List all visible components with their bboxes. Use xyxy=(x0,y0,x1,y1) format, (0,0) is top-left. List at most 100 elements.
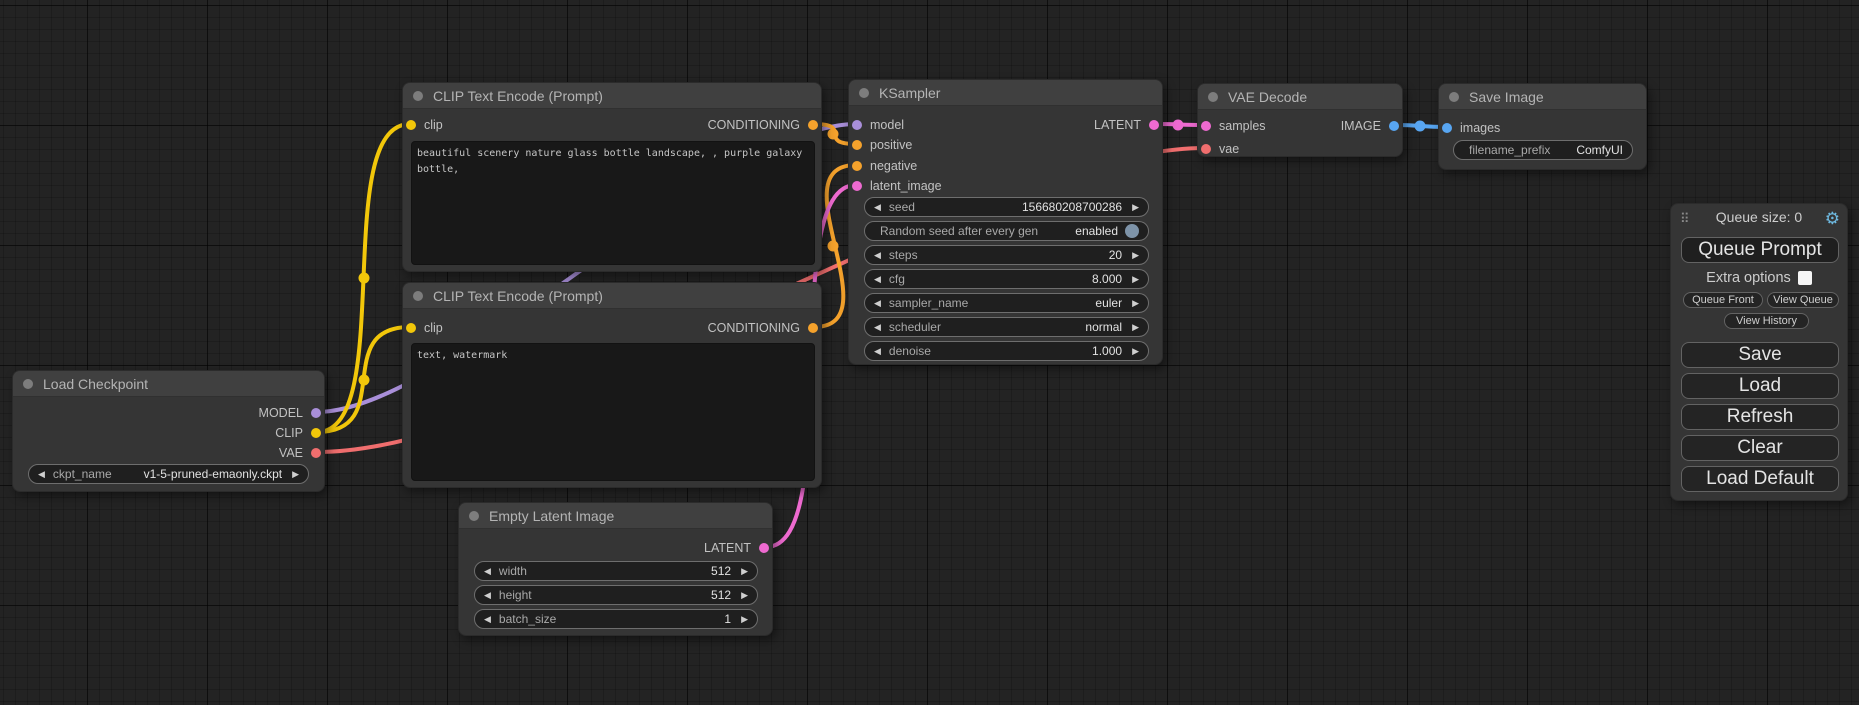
output-dot-latent[interactable] xyxy=(1149,120,1159,130)
node-empty-latent-image[interactable]: Empty Latent Image LATENT ◀ width 512 ▶ … xyxy=(458,502,773,636)
output-dot-image[interactable] xyxy=(1389,121,1399,131)
extra-options-checkbox[interactable] xyxy=(1798,271,1812,285)
decrement-arrow-icon[interactable]: ◀ xyxy=(484,591,491,600)
drag-handle-icon[interactable]: ⠿ xyxy=(1680,211,1688,227)
filename-prefix-widget[interactable]: filename_prefix ComfyUI xyxy=(1453,140,1633,160)
prompt-text-input[interactable]: beautiful scenery nature glass bottle la… xyxy=(411,141,815,265)
collapse-dot-icon[interactable] xyxy=(469,511,479,521)
node-clip-text-encode-negative[interactable]: CLIP Text Encode (Prompt) clip CONDITION… xyxy=(402,282,822,488)
seed-widget[interactable]: ◀ seed 156680208700286 ▶ xyxy=(864,197,1149,217)
load-button[interactable]: Load xyxy=(1681,373,1839,399)
denoise-widget[interactable]: ◀ denoise 1.000 ▶ xyxy=(864,341,1149,361)
height-widget[interactable]: ◀ height 512 ▶ xyxy=(474,585,758,605)
increment-arrow-icon[interactable]: ▶ xyxy=(741,567,748,576)
link-dot xyxy=(828,241,839,252)
node-titlebar[interactable]: CLIP Text Encode (Prompt) xyxy=(403,83,821,109)
increment-arrow-icon[interactable]: ▶ xyxy=(1132,275,1139,284)
decrement-arrow-icon[interactable]: ◀ xyxy=(484,615,491,624)
node-vae-decode[interactable]: VAE Decode samples vae IMAGE xyxy=(1197,83,1403,157)
input-dot-model[interactable] xyxy=(852,120,862,130)
link-dot xyxy=(359,375,370,386)
queue-prompt-button[interactable]: Queue Prompt xyxy=(1681,237,1839,263)
decrement-arrow-icon[interactable]: ◀ xyxy=(874,275,881,284)
increment-arrow-icon[interactable]: ▶ xyxy=(1132,251,1139,260)
refresh-button[interactable]: Refresh xyxy=(1681,404,1839,430)
output-dot-latent[interactable] xyxy=(759,543,769,553)
collapse-dot-icon[interactable] xyxy=(859,88,869,98)
input-dot-samples[interactable] xyxy=(1201,121,1211,131)
link-dot xyxy=(359,273,370,284)
clear-button[interactable]: Clear xyxy=(1681,435,1839,461)
output-dot-conditioning[interactable] xyxy=(808,120,818,130)
increment-arrow-icon[interactable]: ▶ xyxy=(1132,203,1139,212)
view-queue-button[interactable]: View Queue xyxy=(1767,292,1839,308)
prompt-text-input[interactable]: text, watermark xyxy=(411,343,815,481)
increment-arrow-icon[interactable]: ▶ xyxy=(741,615,748,624)
node-save-image[interactable]: Save Image images filename_prefix ComfyU… xyxy=(1438,83,1647,170)
increment-arrow-icon[interactable]: ▶ xyxy=(741,591,748,600)
next-arrow-icon[interactable]: ▶ xyxy=(292,470,299,479)
collapse-dot-icon[interactable] xyxy=(1449,92,1459,102)
settings-gear-icon[interactable]: ⚙ xyxy=(1825,209,1840,229)
output-slot-conditioning: CONDITIONING xyxy=(708,320,818,336)
collapse-dot-icon[interactable] xyxy=(1208,92,1218,102)
output-dot-conditioning[interactable] xyxy=(808,323,818,333)
prev-arrow-icon[interactable]: ◀ xyxy=(874,323,881,332)
scheduler-widget[interactable]: ◀ scheduler normal ▶ xyxy=(864,317,1149,337)
load-default-button[interactable]: Load Default xyxy=(1681,466,1839,492)
input-slot-positive: positive xyxy=(852,137,912,153)
node-graph-canvas[interactable]: Load Checkpoint MODEL CLIP VAE ◀ ckpt_na… xyxy=(0,0,1859,705)
node-titlebar[interactable]: Load Checkpoint xyxy=(13,371,324,397)
steps-widget[interactable]: ◀ steps 20 ▶ xyxy=(864,245,1149,265)
node-titlebar[interactable]: Empty Latent Image xyxy=(459,503,772,529)
output-dot-vae[interactable] xyxy=(311,448,321,458)
node-clip-text-encode-positive[interactable]: CLIP Text Encode (Prompt) clip CONDITION… xyxy=(402,82,822,272)
decrement-arrow-icon[interactable]: ◀ xyxy=(484,567,491,576)
output-slot-image: IMAGE xyxy=(1341,118,1399,134)
prev-arrow-icon[interactable]: ◀ xyxy=(874,299,881,308)
input-slot-vae: vae xyxy=(1201,141,1239,157)
node-title: CLIP Text Encode (Prompt) xyxy=(433,88,603,104)
input-dot-negative[interactable] xyxy=(852,161,862,171)
input-dot-clip[interactable] xyxy=(406,323,416,333)
output-dot-model[interactable] xyxy=(311,408,321,418)
next-arrow-icon[interactable]: ▶ xyxy=(1132,299,1139,308)
node-titlebar[interactable]: Save Image xyxy=(1439,84,1646,110)
next-arrow-icon[interactable]: ▶ xyxy=(1132,323,1139,332)
toggle-knob-icon[interactable] xyxy=(1125,224,1139,238)
input-dot-images[interactable] xyxy=(1442,123,1452,133)
sampler-name-widget[interactable]: ◀ sampler_name euler ▶ xyxy=(864,293,1149,313)
queue-menu-panel[interactable]: ⠿ Queue size: 0 ⚙ Queue Prompt Extra opt… xyxy=(1670,203,1848,501)
input-dot-clip[interactable] xyxy=(406,120,416,130)
output-dot-clip[interactable] xyxy=(311,428,321,438)
decrement-arrow-icon[interactable]: ◀ xyxy=(874,203,881,212)
node-title: Load Checkpoint xyxy=(43,376,148,392)
node-title: Empty Latent Image xyxy=(489,508,614,524)
input-dot-latent-image[interactable] xyxy=(852,181,862,191)
collapse-dot-icon[interactable] xyxy=(413,291,423,301)
prev-arrow-icon[interactable]: ◀ xyxy=(38,470,45,479)
save-button[interactable]: Save xyxy=(1681,342,1839,368)
random-seed-toggle-widget[interactable]: Random seed after every gen enabled xyxy=(864,221,1149,241)
node-titlebar[interactable]: CLIP Text Encode (Prompt) xyxy=(403,283,821,309)
input-slot-images: images xyxy=(1442,120,1500,136)
input-dot-positive[interactable] xyxy=(852,140,862,150)
input-dot-vae[interactable] xyxy=(1201,144,1211,154)
queue-front-button[interactable]: Queue Front xyxy=(1683,292,1763,308)
node-titlebar[interactable]: KSampler xyxy=(849,80,1162,106)
collapse-dot-icon[interactable] xyxy=(413,91,423,101)
output-slot-vae: VAE xyxy=(279,445,321,461)
view-history-button[interactable]: View History xyxy=(1724,313,1809,329)
ckpt-name-widget[interactable]: ◀ ckpt_name v1-5-pruned-emaonly.ckpt ▶ xyxy=(28,464,309,484)
batch-size-widget[interactable]: ◀ batch_size 1 ▶ xyxy=(474,609,758,629)
decrement-arrow-icon[interactable]: ◀ xyxy=(874,251,881,260)
collapse-dot-icon[interactable] xyxy=(23,379,33,389)
node-load-checkpoint[interactable]: Load Checkpoint MODEL CLIP VAE ◀ ckpt_na… xyxy=(12,370,325,492)
increment-arrow-icon[interactable]: ▶ xyxy=(1132,347,1139,356)
node-titlebar[interactable]: VAE Decode xyxy=(1198,84,1402,110)
cfg-widget[interactable]: ◀ cfg 8.000 ▶ xyxy=(864,269,1149,289)
width-widget[interactable]: ◀ width 512 ▶ xyxy=(474,561,758,581)
link-dot xyxy=(828,129,839,140)
decrement-arrow-icon[interactable]: ◀ xyxy=(874,347,881,356)
node-ksampler[interactable]: KSampler model positive negative latent_… xyxy=(848,79,1163,365)
